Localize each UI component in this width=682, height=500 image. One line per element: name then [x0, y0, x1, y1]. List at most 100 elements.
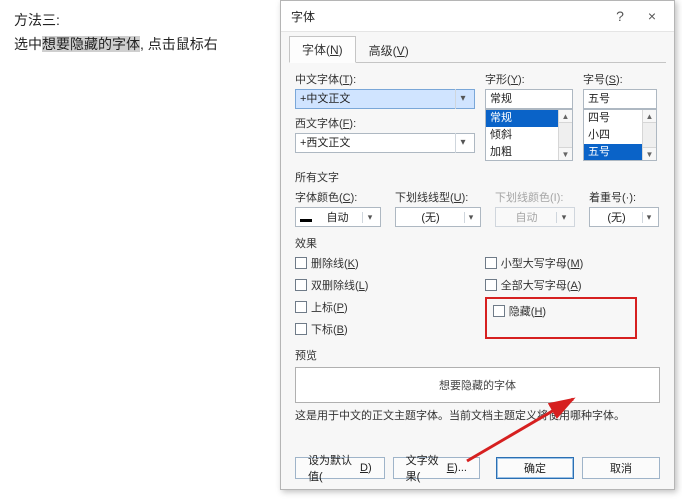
underline-color-value: 自动 — [499, 209, 554, 225]
hidden-checkbox[interactable]: 隐藏(H) — [493, 303, 546, 319]
dialog-title: 字体 — [291, 8, 604, 25]
strike-post: ) — [355, 258, 359, 270]
size-label: 字号(S): — [583, 71, 657, 87]
sup-label: 上标(P) — [311, 299, 348, 315]
size-scroll-up-icon[interactable]: ▲ — [643, 110, 656, 123]
tab-adv-post: ) — [405, 44, 409, 58]
doc-line2-selection: 想要隐藏的字体 — [42, 36, 140, 52]
underline-style-combo[interactable]: (无) ▾ — [395, 207, 481, 227]
style-input[interactable]: 常规 — [485, 89, 573, 109]
dstrike-pre: 双删除线( — [311, 280, 359, 292]
sup-post: ) — [344, 302, 348, 314]
underline-color-label: 下划线颜色(I): — [495, 189, 575, 205]
smallcaps-box-icon — [485, 257, 497, 269]
tab-advanced[interactable]: 高级(V) — [356, 37, 422, 63]
style-label-pre: 字形( — [485, 74, 511, 86]
font-color-label-key: C — [343, 192, 351, 204]
font-color-value: 自动 — [315, 209, 360, 225]
style-scroll-up-icon[interactable]: ▲ — [559, 110, 572, 123]
underline-color-caret-icon: ▾ — [556, 212, 571, 223]
tab-font-post: ) — [339, 43, 343, 57]
tab-adv-pre: 高级( — [369, 44, 397, 58]
ul-style-label-pre: 下划线线型( — [395, 192, 454, 204]
cancel-label: 取消 — [610, 460, 632, 476]
sup-pre: 上标( — [311, 302, 337, 314]
font-color-label-post: ): — [351, 192, 358, 204]
font-dialog: 字体 ? × 字体(N) 高级(V) 中文字体(T): +中文正文 — [280, 0, 675, 490]
sub-label: 下标(B) — [311, 321, 348, 337]
strike-pre: 删除线( — [311, 258, 348, 270]
allcaps-post: ) — [578, 280, 582, 292]
subscript-checkbox[interactable]: 下标(B) — [295, 321, 485, 337]
font-color-label-pre: 字体颜色( — [295, 192, 343, 204]
superscript-checkbox[interactable]: 上标(P) — [295, 299, 485, 315]
preview-text: 想要隐藏的字体 — [439, 377, 516, 393]
wn-font-value: +西文正文 — [300, 133, 451, 153]
text-effects-button[interactable]: 文字效果(E)... — [393, 457, 480, 479]
set-default-button[interactable]: 设为默认值(D) — [295, 457, 385, 479]
size-listbox[interactable]: 四号 小四 五号 ▲ ▼ — [583, 109, 657, 161]
sub-post: ) — [344, 324, 348, 336]
textfx-post: )... — [454, 462, 467, 474]
emphasis-caret-icon: ▾ — [642, 212, 655, 223]
size-label-pre: 字号( — [583, 74, 609, 86]
emphasis-combo[interactable]: (无) ▾ — [589, 207, 659, 227]
ok-label: 确定 — [524, 460, 546, 476]
smallcaps-post: ) — [580, 258, 584, 270]
preview-title: 预览 — [295, 347, 660, 363]
size-scroll-down-icon[interactable]: ▼ — [643, 147, 656, 160]
strike-checkbox[interactable]: 删除线(K) — [295, 255, 485, 271]
tab-font[interactable]: 字体(N) — [289, 36, 356, 63]
help-button[interactable]: ? — [604, 4, 636, 28]
hidden-post: ) — [542, 306, 546, 318]
sup-box-icon — [295, 301, 307, 313]
wn-font-combo[interactable]: +西文正文 ▾ — [295, 133, 475, 153]
allcaps-pre: 全部大写字母( — [501, 280, 571, 292]
cn-font-caret-icon: ▾ — [455, 89, 470, 109]
size-input[interactable]: 五号 — [583, 89, 657, 109]
cancel-button[interactable]: 取消 — [582, 457, 660, 479]
ul-style-label-post: ): — [462, 192, 469, 204]
default-key: D — [360, 462, 368, 474]
cn-font-combo[interactable]: +中文正文 ▾ — [295, 89, 475, 109]
size-label-key: S — [609, 74, 616, 86]
style-value: 常规 — [490, 89, 568, 109]
ok-button[interactable]: 确定 — [496, 457, 574, 479]
font-color-combo[interactable]: 自动 ▾ — [295, 207, 381, 227]
font-color-caret-icon: ▾ — [362, 212, 377, 223]
font-color-label: 字体颜色(C): — [295, 189, 381, 205]
size-value: 五号 — [588, 89, 652, 109]
allcaps-key: A — [570, 280, 577, 292]
style-listbox[interactable]: 常规 倾斜 加粗 ▲ ▼ — [485, 109, 573, 161]
hidden-box-icon — [493, 305, 505, 317]
style-scroll-down-icon[interactable]: ▼ — [559, 147, 572, 160]
dstrike-label: 双删除线(L) — [311, 277, 368, 293]
strike-label: 删除线(K) — [311, 255, 359, 271]
theme-font-hint: 这是用于中文的正文主题字体。当前文档主题定义将使用哪种字体。 — [295, 407, 660, 423]
emphasis-label: 着重号(·): — [589, 189, 659, 205]
effects-title: 效果 — [295, 235, 660, 251]
close-button[interactable]: × — [636, 4, 668, 28]
hidden-highlight-box: 隐藏(H) — [485, 297, 637, 339]
size-scrollbar[interactable]: ▲ ▼ — [642, 110, 656, 160]
allcaps-checkbox[interactable]: 全部大写字母(A) — [485, 277, 660, 293]
hidden-pre: 隐藏( — [509, 306, 535, 318]
style-label-post: ): — [518, 74, 525, 86]
titlebar: 字体 ? × — [281, 1, 674, 32]
smallcaps-key: M — [570, 258, 579, 270]
wn-font-caret-icon: ▾ — [455, 133, 470, 153]
strike-box-icon — [295, 257, 307, 269]
font-color-swatch-icon — [299, 211, 313, 223]
ul-style-label-key: U — [454, 192, 462, 204]
wn-font-label-post: ): — [349, 118, 356, 130]
style-scrollbar[interactable]: ▲ ▼ — [558, 110, 572, 160]
textfx-key: E — [447, 462, 454, 474]
allcaps-label: 全部大写字母(A) — [501, 277, 582, 293]
cn-font-label-post: ): — [349, 74, 356, 86]
underline-color-combo: 自动 ▾ — [495, 207, 575, 227]
smallcaps-checkbox[interactable]: 小型大写字母(M) — [485, 255, 660, 271]
all-text-title: 所有文字 — [295, 169, 660, 185]
double-strike-checkbox[interactable]: 双删除线(L) — [295, 277, 485, 293]
sub-box-icon — [295, 323, 307, 335]
allcaps-box-icon — [485, 279, 497, 291]
